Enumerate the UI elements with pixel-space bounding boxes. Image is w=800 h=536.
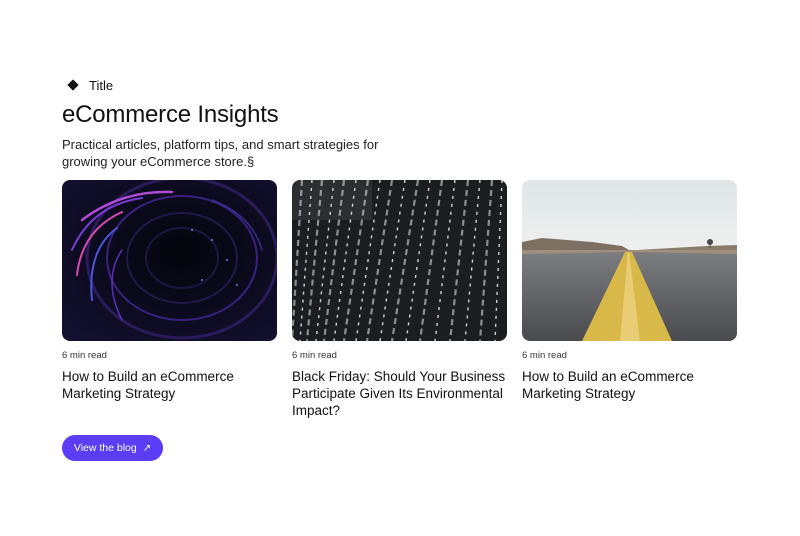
article-title[interactable]: How to Build an eCommerce Marketing Stra…	[522, 368, 737, 402]
article-list: 6 min read How to Build an eCommerce Mar…	[62, 180, 737, 419]
article-title[interactable]: How to Build an eCommerce Marketing Stra…	[62, 368, 277, 402]
eyebrow-label: Title	[89, 77, 114, 93]
blog-section: Title eCommerce Insights Practical artic…	[62, 76, 738, 418]
read-time: 6 min read	[62, 350, 107, 361]
view-blog-button[interactable]: View the blog ↗	[62, 435, 163, 461]
article-title[interactable]: Black Friday: Should Your Business Parti…	[292, 368, 507, 419]
read-time: 6 min read	[292, 350, 337, 361]
arrow-up-right-icon: ↗	[142, 442, 152, 454]
read-time: 6 min read	[522, 350, 567, 361]
article-image-pattern[interactable]	[292, 180, 507, 341]
article-image-tunnel[interactable]	[62, 180, 277, 341]
article-image-road[interactable]	[522, 180, 737, 341]
view-blog-label: View the blog	[73, 442, 137, 454]
article-card[interactable]: 6 min read How to Build an eCommerce Mar…	[62, 180, 277, 419]
page-subtitle: Practical articles, platform tips, and s…	[62, 137, 379, 169]
eyebrow: Title	[67, 76, 738, 94]
article-card[interactable]: 6 min read How to Build an eCommerce Mar…	[522, 180, 737, 419]
diamond-icon	[67, 79, 79, 91]
page-title: eCommerce Insights	[62, 101, 279, 128]
article-card[interactable]: 6 min read Black Friday: Should Your Bus…	[292, 180, 507, 419]
tunnel-image	[62, 180, 277, 341]
road-image	[522, 180, 737, 341]
pattern-image	[292, 180, 507, 341]
